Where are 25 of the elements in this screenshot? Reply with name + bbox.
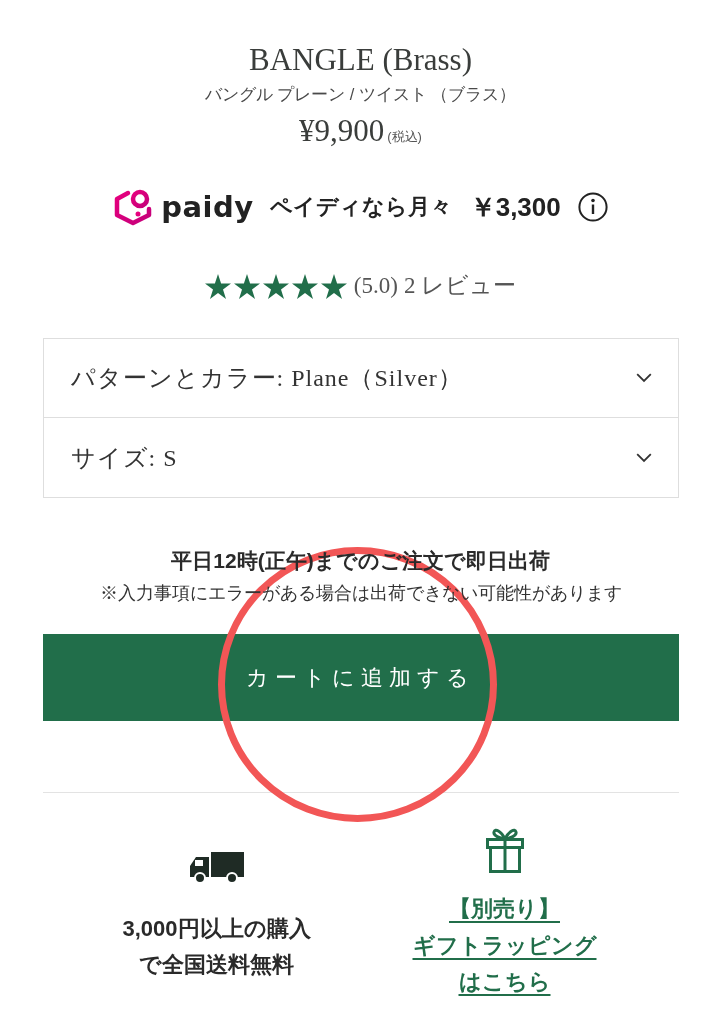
- star-icon: [262, 273, 289, 299]
- option-dropdown[interactable]: サイズ: S: [42, 418, 679, 498]
- chevron-down-icon: [635, 452, 652, 463]
- info-icon[interactable]: [577, 192, 608, 222]
- truck-icon: [189, 852, 244, 884]
- tax-note: (税込): [387, 128, 422, 146]
- rating-score: (5.0): [353, 272, 398, 300]
- installment-label: ペイディなら月々: [269, 194, 452, 221]
- gift-icon: [485, 827, 524, 873]
- paidy-logo-icon: [113, 188, 154, 226]
- installment-amount: ￥3,300: [469, 192, 561, 222]
- chevron-down-icon: [635, 373, 652, 383]
- star-icon: [204, 273, 231, 299]
- review-count: 2 レビュー: [403, 272, 517, 300]
- add-to-cart-button[interactable]: カートに追加する: [42, 634, 679, 721]
- brand-name: paidy: [161, 189, 254, 225]
- star-icon: [291, 273, 318, 299]
- price: ¥9,900: [299, 113, 385, 149]
- product-subtitle: バングル プレーン / ツイスト （ブラス）: [204, 84, 517, 105]
- option-dropdown[interactable]: パターンとカラー: Plane（Silver）: [42, 338, 679, 418]
- product-title: BANGLE (Brass): [249, 42, 472, 78]
- star-icon: [320, 273, 347, 299]
- star-icon: [233, 273, 260, 299]
- gift-wrapping-link[interactable]: 【別売り】 ギフトラッピング はこちら: [412, 891, 597, 1001]
- free-shipping-text: 3,000円以上の購入 で全国送料無料: [122, 915, 311, 979]
